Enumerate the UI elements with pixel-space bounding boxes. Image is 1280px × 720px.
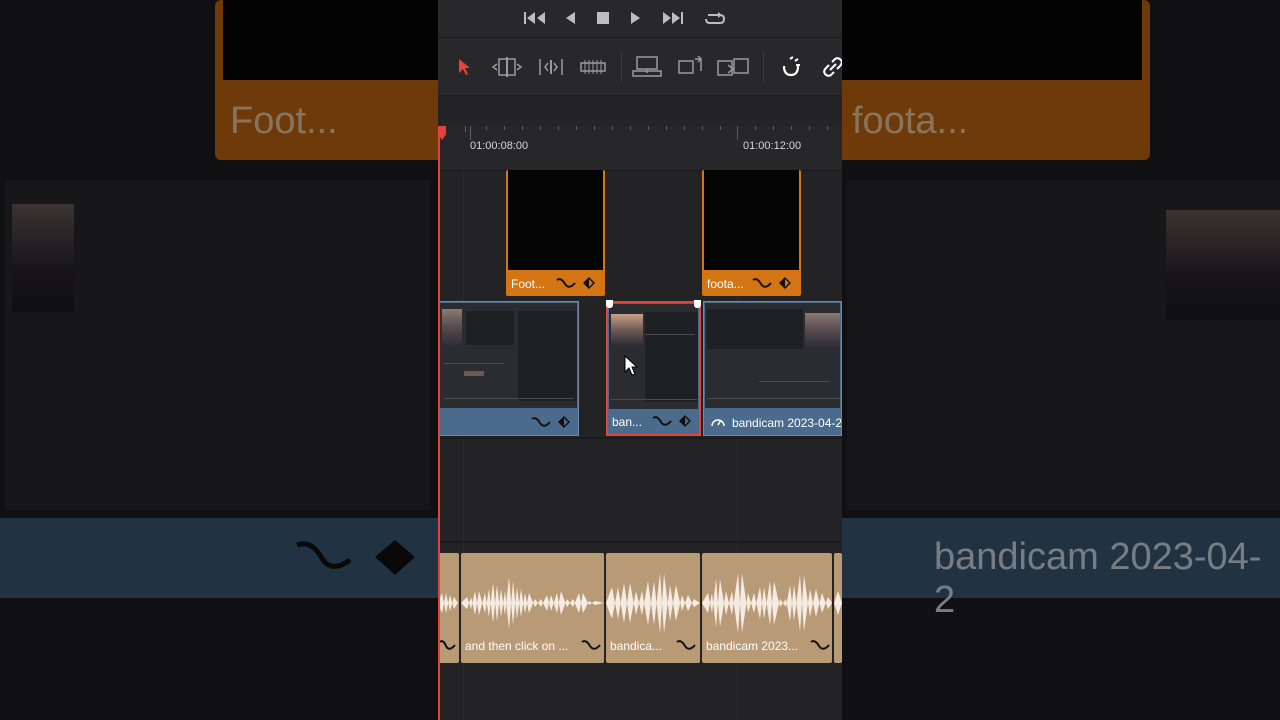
clip-name: bandica... (610, 639, 663, 653)
keyframe-curve-icon[interactable] (556, 276, 578, 290)
trim-handle-right[interactable] (694, 300, 701, 308)
trim-handle-left[interactable] (606, 300, 613, 308)
audio-clip[interactable] (834, 553, 842, 663)
bg-thumbnail (12, 204, 74, 312)
toolbar-spacer (438, 95, 842, 126)
bg-keyframe-icons (296, 540, 415, 575)
replace-clip-button[interactable] (716, 54, 750, 80)
video-clip-v1-selected[interactable]: ban... (606, 301, 701, 436)
blade-icon (580, 60, 606, 74)
timecode-label: 01:00:12:00 (743, 140, 802, 152)
keyframe-curve-icon[interactable] (676, 638, 696, 652)
overwrite-clip-button[interactable] (676, 54, 704, 80)
keyframe-diamond-icon[interactable] (557, 415, 571, 429)
audio-waveform (606, 573, 700, 633)
skip-to-end-button[interactable] (660, 9, 686, 27)
loop-icon (705, 12, 726, 24)
playhead-line[interactable] (438, 126, 440, 720)
transport-bar (438, 0, 842, 37)
reverse-play-button[interactable] (559, 9, 581, 27)
magnet-icon (782, 56, 800, 77)
bg-clip-label: Foot... (230, 100, 338, 142)
keyframe-diamond-icon[interactable] (678, 414, 692, 428)
dynamic-trim-button[interactable] (536, 54, 566, 80)
trim-icon (491, 57, 523, 77)
skip-to-start-icon (524, 12, 545, 24)
edit-toolbar (438, 37, 842, 96)
play-icon (631, 12, 640, 24)
keyframe-curve-icon[interactable] (810, 638, 830, 652)
audio-waveform (834, 591, 842, 615)
timecode-ruler[interactable]: 01:00:08:00 01:00:12:00 (438, 126, 842, 171)
replace-clip-icon (717, 58, 749, 76)
overwrite-clip-icon (678, 55, 703, 74)
trim-edit-mode-button[interactable] (491, 54, 523, 80)
audio-clip[interactable]: bandicam 2023... (702, 553, 832, 663)
bg-thumbnail (1166, 210, 1280, 320)
audio-waveform (461, 577, 604, 629)
bg-clip-label: foota... (852, 100, 969, 142)
blade-edit-mode-button[interactable] (579, 54, 607, 80)
selection-mode-button[interactable] (454, 54, 474, 80)
background-right-zoom: foota... bandicam 2023-04-2 (842, 0, 1280, 720)
video-clip-v2[interactable]: Foot... (506, 170, 605, 296)
reverse-play-icon (566, 12, 575, 24)
video-clip-v1[interactable] (438, 301, 579, 436)
clip-name: bandicam 2023-04-2 (732, 416, 842, 430)
clip-name: Foot... (511, 277, 546, 291)
mouse-cursor-icon (624, 355, 639, 376)
pointer-arrow-icon (459, 59, 470, 75)
video-clip-v1[interactable]: bandicam 2023-04-2 (703, 301, 842, 436)
audio-clip[interactable]: bandica... (606, 553, 700, 663)
bg-strip-label: bandicam 2023-04-2 (934, 536, 1262, 621)
skip-to-end-icon (663, 12, 683, 24)
link-icon (823, 57, 842, 77)
keyframe-diamond-icon[interactable] (778, 276, 792, 290)
loop-button[interactable] (702, 9, 728, 27)
speed-gauge-icon (711, 419, 725, 427)
keyframe-curve-icon[interactable] (752, 276, 774, 290)
audio-clip[interactable]: and then click on ... (461, 553, 604, 663)
insert-clip-icon (632, 56, 662, 77)
timecode-label: 01:00:08:00 (470, 140, 529, 152)
linked-selection-toggle[interactable] (821, 54, 842, 80)
dynamic-trim-icon (539, 59, 563, 75)
clip-name: ban... (612, 415, 643, 429)
video-clip-v2[interactable]: foota... (702, 170, 801, 296)
clip-name: bandicam 2023... (706, 639, 799, 653)
keyframe-curve-icon[interactable] (652, 414, 674, 428)
keyframe-curve-icon[interactable] (581, 638, 601, 652)
audio-waveform (702, 573, 832, 633)
clip-name: and then click on ... (465, 639, 569, 653)
audio-clip[interactable] (438, 553, 459, 663)
insert-clip-button[interactable] (631, 54, 663, 80)
stop-button[interactable] (592, 9, 614, 27)
clip-name: foota... (707, 277, 744, 291)
timeline-panel: 01:00:08:00 01:00:12:00 Foot... foota... (438, 0, 842, 720)
keyframe-curve-icon[interactable] (531, 415, 553, 429)
audio-waveform (438, 593, 458, 613)
background-left-zoom: Foot... (0, 0, 438, 720)
keyframe-curve-icon[interactable] (439, 638, 457, 652)
keyframe-diamond-icon[interactable] (582, 276, 596, 290)
stop-icon (597, 12, 609, 24)
snapping-toggle[interactable] (780, 54, 802, 80)
skip-to-start-button[interactable] (522, 9, 548, 27)
play-button[interactable] (625, 9, 647, 27)
